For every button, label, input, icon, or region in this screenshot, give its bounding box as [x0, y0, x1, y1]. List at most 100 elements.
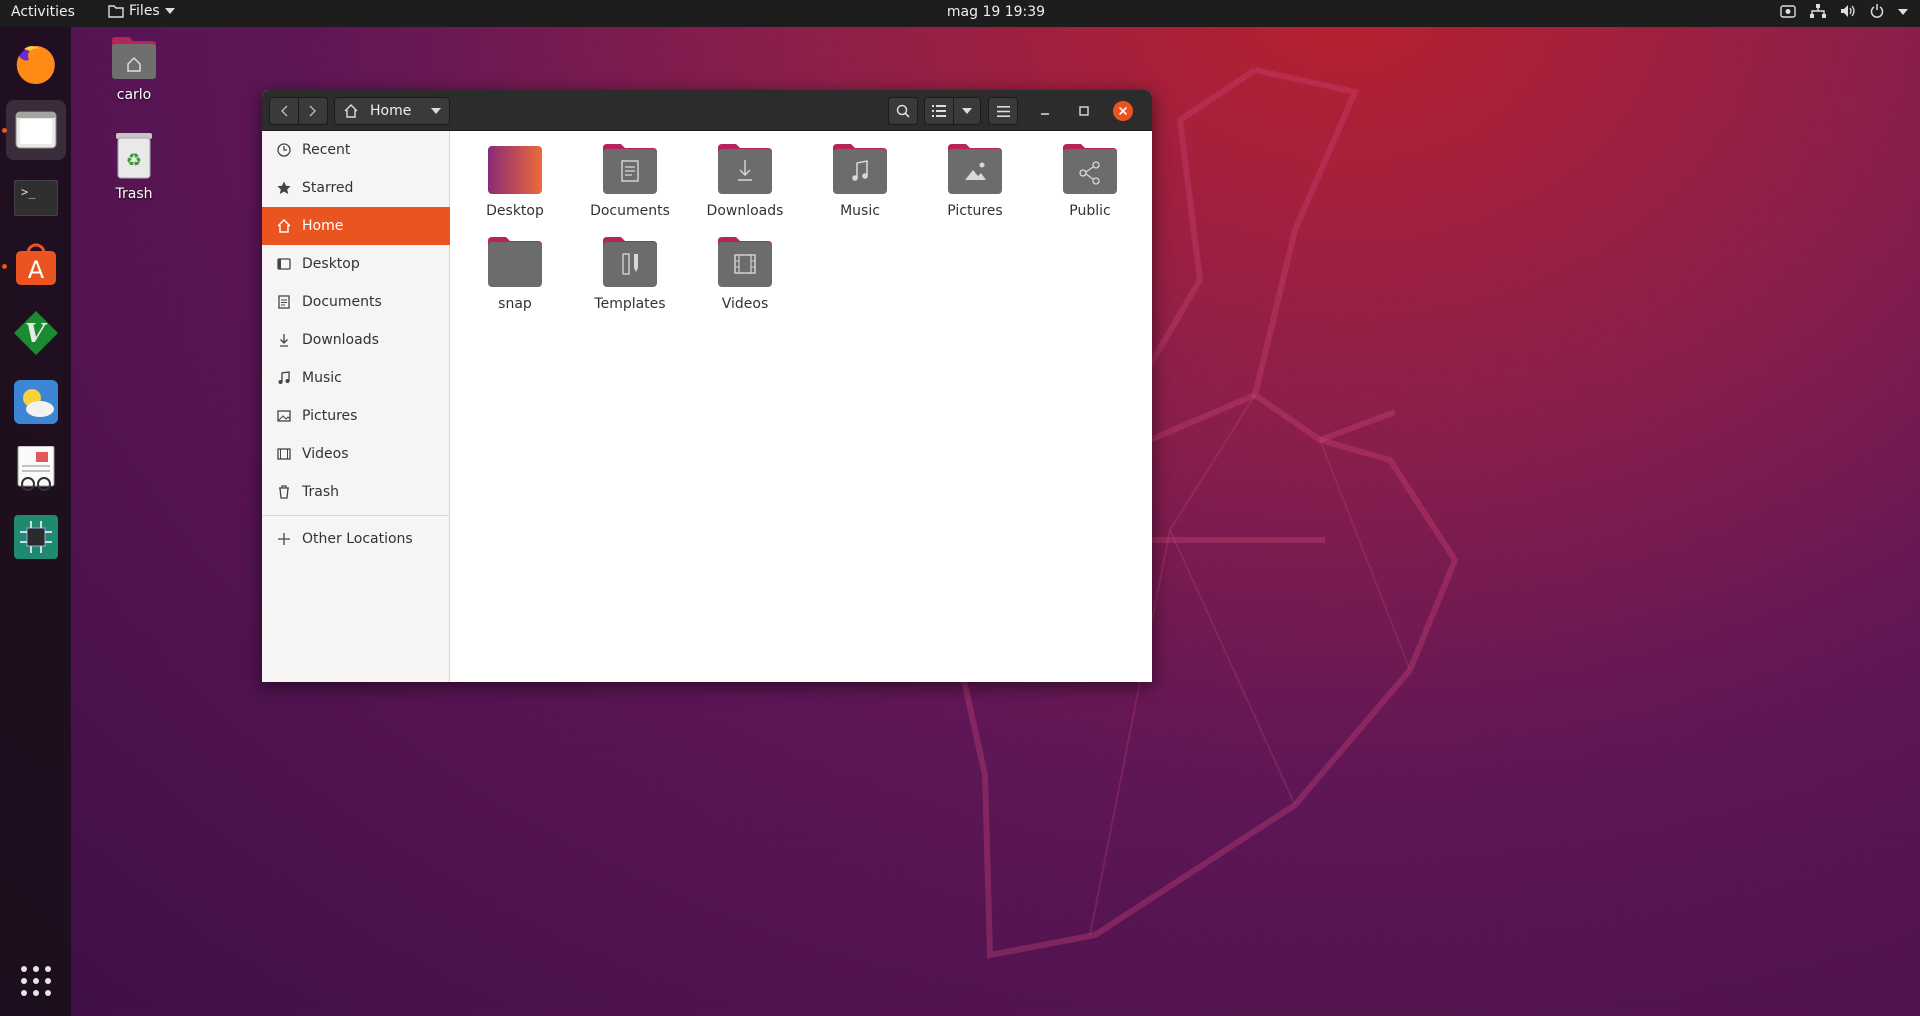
desktop-icon-home[interactable]: carlo: [89, 36, 179, 103]
sidebar-item-starred[interactable]: Starred: [262, 169, 450, 207]
software-launcher[interactable]: A: [6, 235, 66, 295]
sidebar-item-label: Home: [302, 218, 344, 234]
svg-text:A: A: [28, 256, 45, 284]
view-toggle-button[interactable]: [924, 97, 954, 125]
folder-label: Documents: [590, 203, 670, 219]
chevron-down-icon: [1898, 9, 1908, 15]
menu-button[interactable]: [988, 97, 1018, 125]
network-icon: [1810, 4, 1826, 18]
header-bar: Home: [262, 90, 1152, 131]
show-applications-button[interactable]: [6, 951, 66, 1011]
download-icon: [276, 332, 292, 348]
search-icon: [896, 104, 910, 118]
sidebar-divider: [262, 515, 450, 516]
folder-label: Templates: [594, 296, 666, 312]
video-icon: [276, 446, 292, 462]
public-folder-icon: [1063, 144, 1117, 194]
desktop-icon: [276, 256, 292, 272]
sidebar-item-label: Documents: [302, 294, 382, 310]
firefox-icon: [16, 46, 55, 84]
sidebar-item-label: Music: [302, 370, 342, 386]
files-launcher[interactable]: [6, 100, 66, 160]
home-icon: [344, 104, 358, 118]
chip-icon: [14, 515, 58, 559]
document-icon: [276, 294, 292, 310]
chevron-left-icon: [281, 105, 288, 117]
folder-item[interactable]: Desktop: [460, 143, 570, 219]
sidebar-item-trash[interactable]: Trash: [262, 473, 450, 511]
top-bar: Activities Files mag 19 19:39: [0, 0, 1920, 27]
folder-icon: [488, 237, 542, 287]
sidebar-item-other-locations[interactable]: Other Locations: [262, 520, 450, 558]
vim-launcher[interactable]: V: [6, 303, 66, 363]
clock[interactable]: mag 19 19:39: [0, 4, 1920, 20]
folder-item[interactable]: Pictures: [920, 143, 1030, 219]
svg-text:V: V: [25, 319, 48, 349]
path-bar[interactable]: Home: [334, 97, 450, 125]
minimize-icon: [1041, 113, 1049, 115]
folder-item[interactable]: Public: [1035, 143, 1145, 219]
view-options-button[interactable]: [953, 97, 981, 125]
desktop-folder-icon: [488, 146, 542, 194]
folder-item[interactable]: Videos: [690, 236, 800, 312]
folder-item[interactable]: Documents: [575, 143, 685, 219]
picture-icon: [276, 408, 292, 424]
document-viewer-launcher[interactable]: [6, 439, 66, 499]
system-tray[interactable]: [1780, 4, 1908, 18]
star-icon: [276, 180, 292, 196]
folder-label: Music: [840, 203, 880, 219]
folder-item[interactable]: Downloads: [690, 143, 800, 219]
sidebar-item-label: Other Locations: [302, 531, 413, 547]
sidebar-item-documents[interactable]: Documents: [262, 283, 450, 321]
chevron-down-icon: [431, 108, 441, 114]
sidebar-item-downloads[interactable]: Downloads: [262, 321, 450, 359]
folder-item[interactable]: snap: [460, 236, 570, 312]
sidebar-item-label: Trash: [302, 484, 339, 500]
power-icon: [1870, 4, 1884, 18]
videos-folder-icon: [718, 237, 772, 287]
search-button[interactable]: [888, 97, 918, 125]
maximize-button[interactable]: [1072, 97, 1096, 125]
minimize-button[interactable]: [1033, 97, 1057, 125]
sidebar-item-desktop[interactable]: Desktop: [262, 245, 450, 283]
folder-label: Desktop: [486, 203, 544, 219]
sidebar-item-label: Videos: [302, 446, 349, 462]
plus-icon: [276, 531, 292, 547]
path-label: Home: [370, 103, 412, 119]
svg-text:>_: >_: [21, 185, 36, 199]
desktop-icon-label: carlo: [116, 87, 152, 103]
files-window: Home Recent Starred Home Desktop Documen…: [262, 90, 1152, 682]
folder-label: snap: [498, 296, 532, 312]
list-view-icon: [932, 105, 946, 117]
sidebar-item-label: Recent: [302, 142, 351, 158]
back-button[interactable]: [269, 97, 299, 125]
close-icon: [1113, 101, 1133, 121]
forward-button[interactable]: [298, 97, 328, 125]
terminal-icon: >_: [14, 180, 58, 216]
sidebar-item-pictures[interactable]: Pictures: [262, 397, 450, 435]
maximize-icon: [1079, 106, 1089, 116]
music-icon: [276, 370, 292, 386]
firefox-launcher[interactable]: [6, 33, 66, 93]
volume-icon: [1841, 5, 1855, 17]
weather-icon: [14, 380, 58, 424]
chevron-down-icon: [962, 108, 972, 114]
desktop-icon-trash[interactable]: ♻ Trash: [89, 133, 179, 202]
folder-item[interactable]: Templates: [575, 236, 685, 312]
terminal-launcher[interactable]: >_: [6, 168, 66, 228]
folder-label: Public: [1069, 203, 1111, 219]
sidebar-item-home[interactable]: Home: [262, 207, 450, 245]
document-viewer-icon: [17, 446, 55, 491]
folder-item[interactable]: Music: [805, 143, 915, 219]
sidebar-item-videos[interactable]: Videos: [262, 435, 450, 473]
sidebar-item-recent[interactable]: Recent: [262, 131, 450, 169]
home-icon: [276, 218, 292, 234]
sidebar-item-music[interactable]: Music: [262, 359, 450, 397]
close-button[interactable]: [1111, 97, 1135, 125]
vim-icon: V: [14, 311, 58, 355]
files-app-icon: [15, 111, 57, 149]
system-monitor-launcher[interactable]: [6, 507, 66, 567]
svg-text:♻: ♻: [126, 150, 142, 171]
downloads-folder-icon: [718, 144, 772, 194]
weather-launcher[interactable]: [6, 372, 66, 432]
